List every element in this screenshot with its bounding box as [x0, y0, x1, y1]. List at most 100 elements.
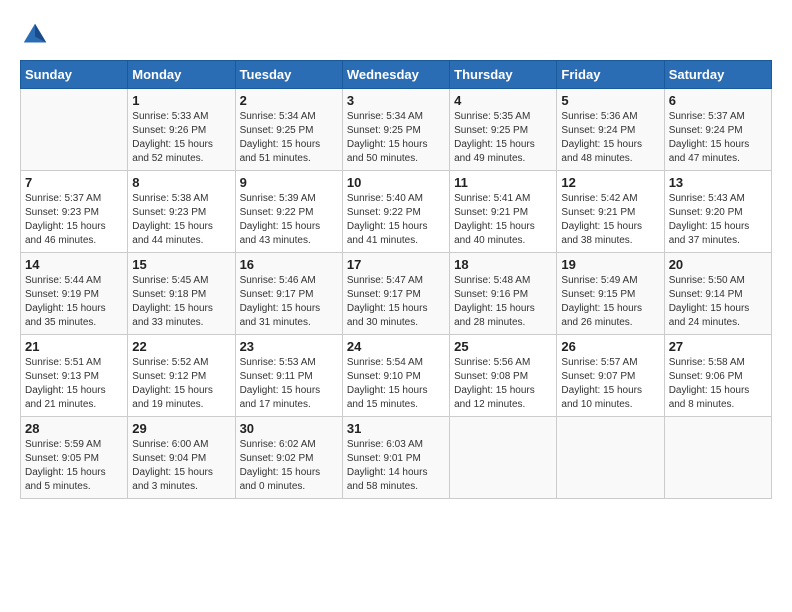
- day-cell: 19 Sunrise: 5:49 AM Sunset: 9:15 PM Dayli…: [557, 253, 664, 335]
- day-cell: 14 Sunrise: 5:44 AM Sunset: 9:19 PM Dayli…: [21, 253, 128, 335]
- day-info: Sunrise: 5:35 AM Sunset: 9:25 PM Dayligh…: [454, 110, 552, 166]
- day-info: Sunrise: 5:50 AM Sunset: 9:14 PM Dayligh…: [669, 274, 767, 330]
- day-info: Sunrise: 5:52 AM Sunset: 9:12 PM Dayligh…: [132, 356, 230, 412]
- day-number: 23: [240, 339, 338, 354]
- day-cell: 22 Sunrise: 5:52 AM Sunset: 9:12 PM Dayli…: [128, 335, 235, 417]
- day-cell: 13 Sunrise: 5:43 AM Sunset: 9:20 PM Dayli…: [664, 171, 771, 253]
- day-cell: 30 Sunrise: 6:02 AM Sunset: 9:02 PM Dayli…: [235, 417, 342, 499]
- day-number: 16: [240, 257, 338, 272]
- day-cell: 6 Sunrise: 5:37 AM Sunset: 9:24 PM Daylig…: [664, 89, 771, 171]
- day-number: 28: [25, 421, 123, 436]
- day-number: 14: [25, 257, 123, 272]
- day-info: Sunrise: 5:54 AM Sunset: 9:10 PM Dayligh…: [347, 356, 445, 412]
- day-cell: 23Sunrise: 5:53 AM Sunset: 9:11 PM Dayli…: [235, 335, 342, 417]
- calendar-table: SundayMondayTuesdayWednesdayThursdayFrid…: [20, 60, 772, 499]
- day-cell: 28 Sunrise: 5:59 AM Sunset: 9:05 PM Dayli…: [21, 417, 128, 499]
- day-cell: 31Sunrise: 6:03 AM Sunset: 9:01 PM Dayli…: [342, 417, 449, 499]
- day-info: Sunrise: 5:33 AM Sunset: 9:26 PM Dayligh…: [132, 110, 230, 166]
- header-sunday: Sunday: [21, 61, 128, 89]
- day-cell: 5 Sunrise: 5:36 AM Sunset: 9:24 PM Daylig…: [557, 89, 664, 171]
- day-number: 29: [132, 421, 230, 436]
- day-number: 7: [25, 175, 123, 190]
- day-info: Sunrise: 5:43 AM Sunset: 9:20 PM Dayligh…: [669, 192, 767, 248]
- day-cell: 26 Sunrise: 5:57 AM Sunset: 9:07 PM Dayli…: [557, 335, 664, 417]
- header-thursday: Thursday: [450, 61, 557, 89]
- logo-icon: [20, 20, 50, 50]
- day-info: Sunrise: 5:49 AM Sunset: 9:15 PM Dayligh…: [561, 274, 659, 330]
- day-cell: 24 Sunrise: 5:54 AM Sunset: 9:10 PM Dayli…: [342, 335, 449, 417]
- day-number: 22: [132, 339, 230, 354]
- day-cell: 1 Sunrise: 5:33 AM Sunset: 9:26 PM Daylig…: [128, 89, 235, 171]
- day-number: 26: [561, 339, 659, 354]
- header-saturday: Saturday: [664, 61, 771, 89]
- day-cell: 27 Sunrise: 5:58 AM Sunset: 9:06 PM Dayli…: [664, 335, 771, 417]
- day-number: 8: [132, 175, 230, 190]
- day-cell: 7 Sunrise: 5:37 AM Sunset: 9:23 PM Daylig…: [21, 171, 128, 253]
- day-info: Sunrise: 5:56 AM Sunset: 9:08 PM Dayligh…: [454, 356, 552, 412]
- day-cell: 18Sunrise: 5:48 AM Sunset: 9:16 PM Dayli…: [450, 253, 557, 335]
- day-info: Sunrise: 5:36 AM Sunset: 9:24 PM Dayligh…: [561, 110, 659, 166]
- day-info: Sunrise: 5:47 AM Sunset: 9:17 PM Dayligh…: [347, 274, 445, 330]
- week-row-4: 21 Sunrise: 5:51 AM Sunset: 9:13 PM Dayli…: [21, 335, 772, 417]
- week-row-5: 28 Sunrise: 5:59 AM Sunset: 9:05 PM Dayli…: [21, 417, 772, 499]
- day-info: Sunrise: 6:02 AM Sunset: 9:02 PM Dayligh…: [240, 438, 338, 494]
- day-number: 18: [454, 257, 552, 272]
- day-cell: [450, 417, 557, 499]
- header-row: SundayMondayTuesdayWednesdayThursdayFrid…: [21, 61, 772, 89]
- day-info: Sunrise: 5:34 AM Sunset: 9:25 PM Dayligh…: [347, 110, 445, 166]
- day-number: 27: [669, 339, 767, 354]
- day-number: 10: [347, 175, 445, 190]
- day-info: Sunrise: 6:03 AM Sunset: 9:01 PM Dayligh…: [347, 438, 445, 494]
- day-info: Sunrise: 5:44 AM Sunset: 9:19 PM Dayligh…: [25, 274, 123, 330]
- day-cell: 20 Sunrise: 5:50 AM Sunset: 9:14 PM Dayli…: [664, 253, 771, 335]
- day-info: Sunrise: 5:38 AM Sunset: 9:23 PM Dayligh…: [132, 192, 230, 248]
- day-number: 30: [240, 421, 338, 436]
- day-cell: 9 Sunrise: 5:39 AM Sunset: 9:22 PM Daylig…: [235, 171, 342, 253]
- day-cell: 12Sunrise: 5:42 AM Sunset: 9:21 PM Dayli…: [557, 171, 664, 253]
- day-info: Sunrise: 5:39 AM Sunset: 9:22 PM Dayligh…: [240, 192, 338, 248]
- week-row-2: 7 Sunrise: 5:37 AM Sunset: 9:23 PM Daylig…: [21, 171, 772, 253]
- day-cell: [664, 417, 771, 499]
- day-info: Sunrise: 5:37 AM Sunset: 9:24 PM Dayligh…: [669, 110, 767, 166]
- day-cell: 25 Sunrise: 5:56 AM Sunset: 9:08 PM Dayli…: [450, 335, 557, 417]
- day-info: Sunrise: 5:37 AM Sunset: 9:23 PM Dayligh…: [25, 192, 123, 248]
- day-cell: 17Sunrise: 5:47 AM Sunset: 9:17 PM Dayli…: [342, 253, 449, 335]
- day-number: 13: [669, 175, 767, 190]
- header-monday: Monday: [128, 61, 235, 89]
- day-number: 11: [454, 175, 552, 190]
- day-number: 19: [561, 257, 659, 272]
- day-cell: 11 Sunrise: 5:41 AM Sunset: 9:21 PM Dayli…: [450, 171, 557, 253]
- day-info: Sunrise: 5:46 AM Sunset: 9:17 PM Dayligh…: [240, 274, 338, 330]
- day-info: Sunrise: 5:41 AM Sunset: 9:21 PM Dayligh…: [454, 192, 552, 248]
- day-number: 6: [669, 93, 767, 108]
- day-cell: 4 Sunrise: 5:35 AM Sunset: 9:25 PM Daylig…: [450, 89, 557, 171]
- day-number: 15: [132, 257, 230, 272]
- header-wednesday: Wednesday: [342, 61, 449, 89]
- day-number: 2: [240, 93, 338, 108]
- day-cell: [21, 89, 128, 171]
- day-number: 5: [561, 93, 659, 108]
- day-cell: 21 Sunrise: 5:51 AM Sunset: 9:13 PM Dayli…: [21, 335, 128, 417]
- day-info: Sunrise: 5:45 AM Sunset: 9:18 PM Dayligh…: [132, 274, 230, 330]
- day-info: Sunrise: 5:59 AM Sunset: 9:05 PM Dayligh…: [25, 438, 123, 494]
- day-cell: 29 Sunrise: 6:00 AM Sunset: 9:04 PM Dayli…: [128, 417, 235, 499]
- day-number: 9: [240, 175, 338, 190]
- page-header: [20, 20, 772, 50]
- day-info: Sunrise: 5:58 AM Sunset: 9:06 PM Dayligh…: [669, 356, 767, 412]
- week-row-3: 14 Sunrise: 5:44 AM Sunset: 9:19 PM Dayli…: [21, 253, 772, 335]
- day-cell: 8 Sunrise: 5:38 AM Sunset: 9:23 PM Daylig…: [128, 171, 235, 253]
- header-friday: Friday: [557, 61, 664, 89]
- day-cell: [557, 417, 664, 499]
- day-cell: 15 Sunrise: 5:45 AM Sunset: 9:18 PM Dayli…: [128, 253, 235, 335]
- day-info: Sunrise: 5:57 AM Sunset: 9:07 PM Dayligh…: [561, 356, 659, 412]
- week-row-1: 1 Sunrise: 5:33 AM Sunset: 9:26 PM Daylig…: [21, 89, 772, 171]
- day-info: Sunrise: 5:51 AM Sunset: 9:13 PM Dayligh…: [25, 356, 123, 412]
- day-number: 4: [454, 93, 552, 108]
- day-number: 20: [669, 257, 767, 272]
- day-info: Sunrise: 6:00 AM Sunset: 9:04 PM Dayligh…: [132, 438, 230, 494]
- day-cell: 10Sunrise: 5:40 AM Sunset: 9:22 PM Dayli…: [342, 171, 449, 253]
- day-number: 1: [132, 93, 230, 108]
- day-number: 21: [25, 339, 123, 354]
- day-number: 25: [454, 339, 552, 354]
- day-number: 24: [347, 339, 445, 354]
